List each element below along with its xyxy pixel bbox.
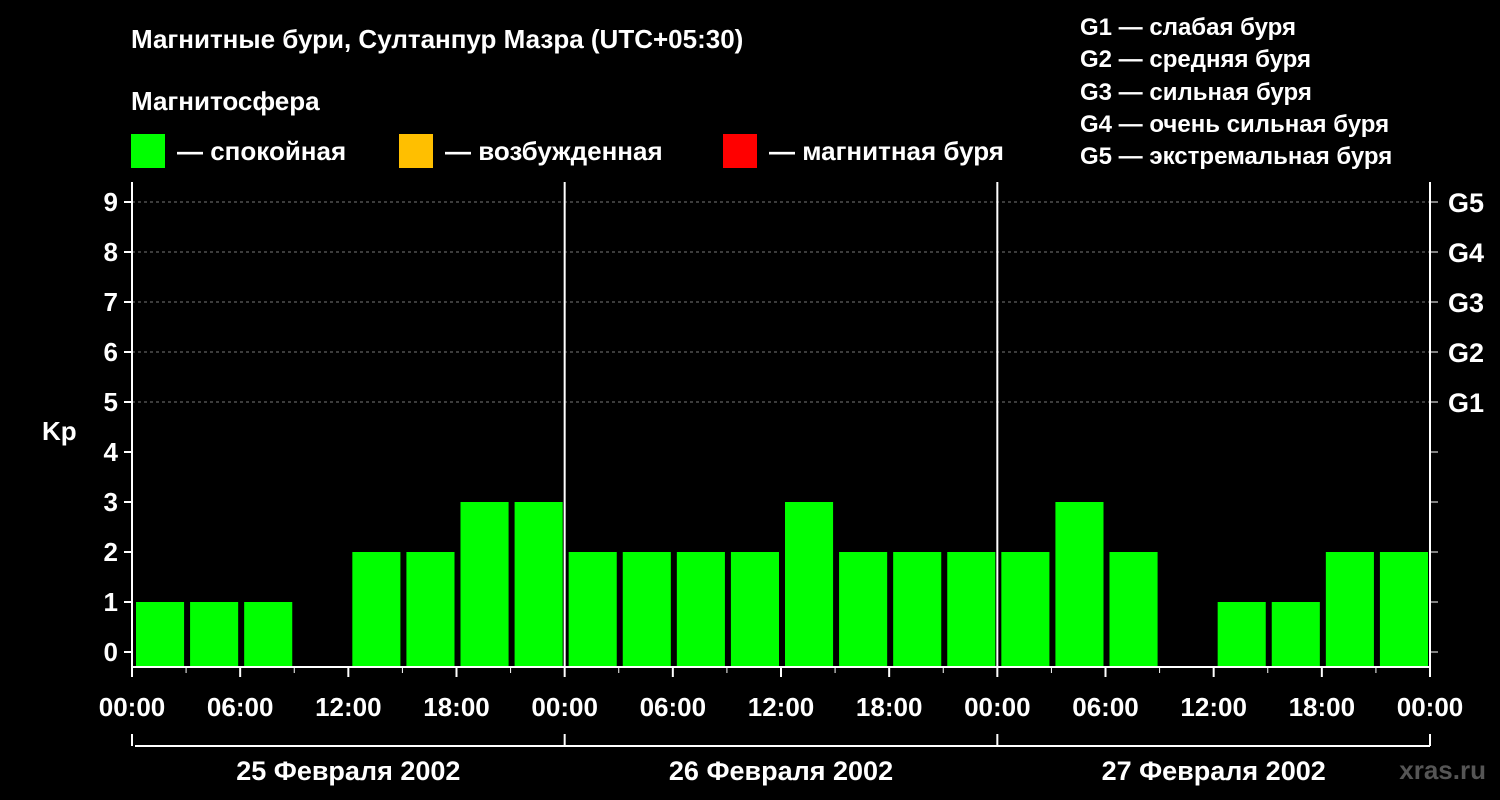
y-tick-label-8: 8 <box>104 237 118 267</box>
bar-21 <box>1271 602 1320 667</box>
x-tick-label-8: 00:00 <box>964 692 1031 722</box>
watermark: xras.ru <box>1399 755 1486 785</box>
day-label-2: 27 Февраля 2002 <box>1102 756 1326 786</box>
day-label-1: 26 Февраля 2002 <box>669 756 893 786</box>
y-tick-label-5: 5 <box>104 387 118 417</box>
y-tick-label-9: 9 <box>104 187 118 217</box>
x-tick-label-12: 00:00 <box>1397 692 1464 722</box>
bar-0 <box>136 602 185 667</box>
bar-7 <box>514 502 563 667</box>
g-level-label-G2: G2 <box>1448 338 1484 368</box>
bar-6 <box>460 502 509 667</box>
y-tick-label-7: 7 <box>104 287 118 317</box>
bar-12 <box>785 502 834 667</box>
x-tick-label-6: 12:00 <box>748 692 815 722</box>
x-tick-label-9: 06:00 <box>1072 692 1139 722</box>
x-tick-label-10: 12:00 <box>1180 692 1247 722</box>
x-tick-label-2: 12:00 <box>315 692 382 722</box>
bar-20 <box>1217 602 1266 667</box>
g-level-label-G5: G5 <box>1448 188 1484 218</box>
y-tick-label-4: 4 <box>104 437 119 467</box>
bar-17 <box>1055 502 1104 667</box>
bar-4 <box>352 552 401 667</box>
y-axis-label: Kp <box>42 416 77 446</box>
day-label-0: 25 Февраля 2002 <box>236 756 460 786</box>
bar-11 <box>730 552 779 667</box>
bar-8 <box>568 552 617 667</box>
bar-9 <box>622 552 671 667</box>
axis-labels: 0 1 2 3 4 5 6 7 8 9 G1 G2 G3 G4 G5 Kp 00:00 06:00 12:00 18:… <box>42 187 1484 786</box>
x-tick-label-0: 00:00 <box>99 692 166 722</box>
x-tick-label-4: 00:00 <box>531 692 598 722</box>
g-level-label-G4: G4 <box>1448 238 1484 268</box>
y-tick-label-2: 2 <box>104 537 118 567</box>
bar-16 <box>1001 552 1050 667</box>
y-tick-label-0: 0 <box>104 637 118 667</box>
y-tick-label-6: 6 <box>104 337 118 367</box>
bar-22 <box>1325 552 1374 667</box>
bar-5 <box>406 552 455 667</box>
g-level-label-G1: G1 <box>1448 388 1484 418</box>
x-tick-label-5: 06:00 <box>640 692 707 722</box>
bar-10 <box>676 552 725 667</box>
bar-1 <box>190 602 239 667</box>
bar-2 <box>244 602 293 667</box>
x-tick-label-1: 06:00 <box>207 692 274 722</box>
g-level-label-G3: G3 <box>1448 288 1484 318</box>
x-tick-label-3: 18:00 <box>423 692 490 722</box>
y-tick-label-1: 1 <box>104 587 118 617</box>
grid-lines <box>132 201 1430 403</box>
bar-23 <box>1379 552 1428 667</box>
y-tick-label-3: 3 <box>104 487 118 517</box>
bar-13 <box>839 552 888 667</box>
bar-14 <box>893 552 942 667</box>
x-tick-label-7: 18:00 <box>856 692 923 722</box>
kp-bar-chart: 0 1 2 3 4 5 6 7 8 9 G1 G2 G3 G4 G5 Kp 00:00 06:00 12:00 18:… <box>42 182 1484 786</box>
bar-15 <box>947 552 996 667</box>
x-tick-label-11: 18:00 <box>1289 692 1356 722</box>
bars-group <box>136 502 1428 667</box>
bar-18 <box>1109 552 1158 667</box>
